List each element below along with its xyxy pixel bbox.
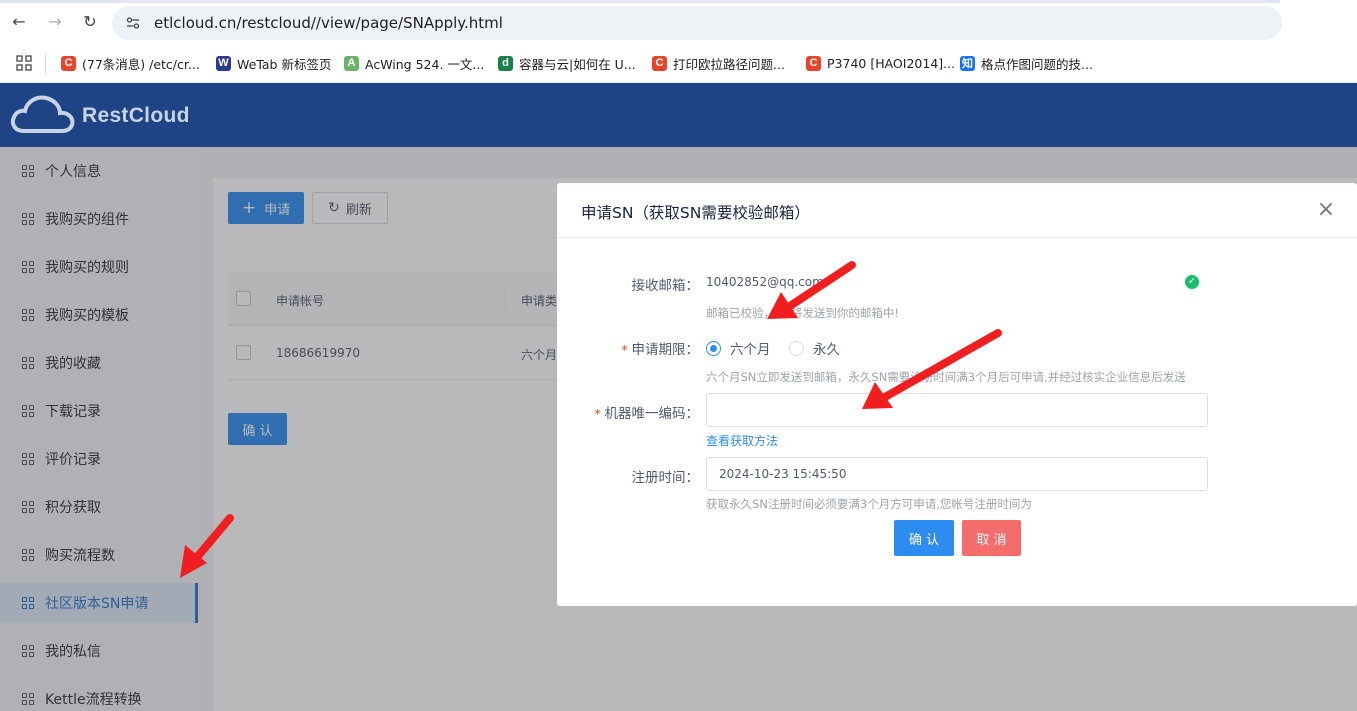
register-time-hint: 获取永久SN注册时间必须要满3个月方可申请,您帐号注册时间为 bbox=[706, 497, 1032, 511]
bookmark-favicon-icon: C bbox=[652, 55, 667, 71]
bookmark-favicon-icon: C bbox=[806, 55, 821, 71]
bookmarks-separator bbox=[45, 55, 46, 73]
radio-unselected-icon bbox=[789, 340, 804, 356]
email-label: 接收邮箱： bbox=[631, 278, 700, 294]
dialog-divider bbox=[557, 237, 1357, 238]
browser-toolbar: ← → ↻ etlcloud.cn/restcloud//view/page/S… bbox=[0, 0, 1357, 45]
close-icon[interactable]: × bbox=[1315, 199, 1337, 221]
period-label-text: 申请期限： bbox=[631, 342, 700, 358]
bookmark-label: 打印欧拉路径问题... bbox=[673, 56, 785, 72]
required-asterisk: * bbox=[594, 407, 601, 421]
cloud-logo-icon bbox=[10, 95, 75, 133]
sn-apply-dialog: 申请SN（获取SN需要校验邮箱） × 接收邮箱： 10402852@qq.com… bbox=[557, 183, 1357, 606]
machine-code-label: * 机器唯一编码： bbox=[595, 402, 700, 422]
how-to-get-link[interactable]: 查看获取方法 bbox=[706, 432, 778, 449]
bookmark-item[interactable]: d 容器与云|如何在 U... bbox=[498, 53, 636, 73]
bookmark-favicon-icon: A bbox=[344, 55, 359, 71]
dialog-confirm-button[interactable]: 确 认 bbox=[894, 520, 954, 556]
bookmark-item[interactable]: C P3740 [HAOI2014]... bbox=[806, 53, 955, 73]
period-option-six-months[interactable]: 六个月 bbox=[706, 338, 771, 358]
email-hint: 邮箱已校验，SN将发送到你的邮箱中! bbox=[706, 306, 900, 320]
restcloud-logo[interactable]: RestCloud bbox=[10, 93, 190, 139]
browser-tab-strip-edge bbox=[0, 0, 1280, 3]
reload-icon[interactable]: ↻ bbox=[80, 12, 100, 32]
apps-grid-icon[interactable] bbox=[16, 55, 32, 71]
verified-check-icon: ✓ bbox=[1185, 275, 1199, 289]
required-asterisk: * bbox=[621, 343, 628, 357]
back-arrow-icon[interactable]: ← bbox=[9, 12, 29, 32]
period-option-permanent[interactable]: 永久 bbox=[789, 338, 840, 358]
bookmark-favicon-icon: W bbox=[216, 55, 231, 71]
period-label: * 申请期限： bbox=[622, 338, 700, 358]
bookmark-label: (77条消息) /etc/cr... bbox=[82, 56, 200, 72]
register-time-label: 注册时间： bbox=[631, 470, 700, 486]
app-header: RestCloud bbox=[0, 83, 1357, 147]
register-time-input[interactable] bbox=[706, 457, 1208, 491]
logo-text: RestCloud bbox=[82, 104, 190, 127]
bookmark-label: P3740 [HAOI2014]... bbox=[827, 55, 956, 71]
bookmark-item[interactable]: C 打印欧拉路径问题... bbox=[652, 53, 785, 73]
bookmark-item[interactable]: A AcWing 524. 一文... bbox=[344, 53, 484, 73]
address-bar[interactable]: etlcloud.cn/restcloud//view/page/SNApply… bbox=[112, 6, 1282, 40]
period-option-label: 永久 bbox=[813, 342, 840, 358]
bookmark-favicon-icon: 知 bbox=[960, 55, 975, 71]
machine-code-input[interactable] bbox=[706, 393, 1208, 427]
bookmarks-bar: C (77条消息) /etc/cr... W WeTab 新标签页 A AcWing 52… bbox=[0, 45, 1357, 83]
bookmark-label: 格点作图问题的技... bbox=[981, 56, 1093, 72]
dialog-title: 申请SN（获取SN需要校验邮箱） bbox=[581, 204, 810, 222]
dialog-cancel-button[interactable]: 取 消 bbox=[962, 520, 1021, 556]
email-value: 10402852@qq.com bbox=[706, 275, 824, 289]
url-text: etlcloud.cn/restcloud//view/page/SNApply… bbox=[154, 14, 503, 32]
bookmark-label: 容器与云|如何在 U... bbox=[519, 56, 636, 72]
bookmark-item[interactable]: W WeTab 新标签页 bbox=[216, 53, 331, 73]
period-hint: 六个月SN立即发送到邮箱，永久SN需要注册时间满3个月后可申请,并经过核实企业信… bbox=[706, 370, 1186, 384]
radio-selected-icon bbox=[706, 340, 721, 356]
bookmark-label: AcWing 524. 一文... bbox=[365, 56, 485, 72]
bookmark-favicon-icon: C bbox=[61, 55, 76, 71]
bookmark-label: WeTab 新标签页 bbox=[237, 56, 332, 72]
bookmark-item[interactable]: C (77条消息) /etc/cr... bbox=[61, 53, 200, 73]
period-option-label: 六个月 bbox=[730, 342, 771, 358]
site-settings-icon[interactable] bbox=[126, 16, 140, 30]
bookmark-item[interactable]: 知格点作图问题的技... bbox=[960, 53, 1093, 73]
bookmark-favicon-icon: d bbox=[498, 55, 513, 71]
machine-code-label-text: 机器唯一编码： bbox=[604, 406, 700, 422]
forward-arrow-icon[interactable]: → bbox=[45, 12, 65, 32]
